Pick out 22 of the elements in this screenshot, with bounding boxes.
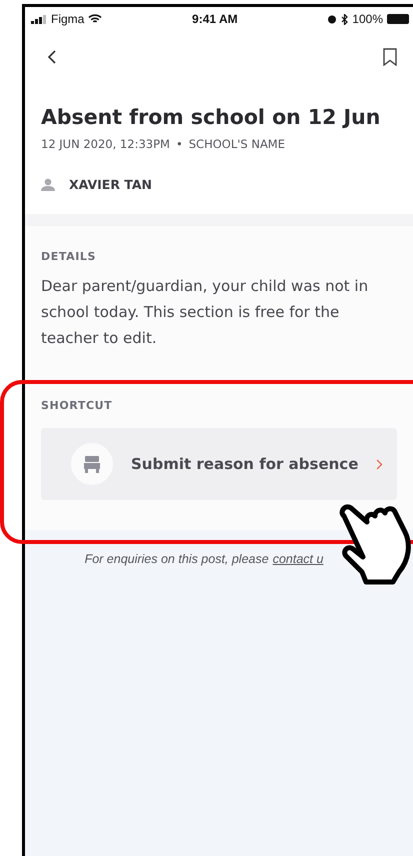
author-name: XAVIER TAN [69, 177, 152, 192]
details-text: Dear parent/guardian, your child was not in school today. This section is free for the teacher to edit. [41, 276, 370, 349]
details-heading: DETAILS [41, 250, 98, 263]
submit-reason-button[interactable]: Submit reason for absence [41, 428, 397, 500]
contact-link[interactable]: contact u [272, 552, 324, 566]
wifi-icon [88, 14, 102, 24]
battery-icon [387, 14, 409, 24]
bookmark-button[interactable] [381, 46, 399, 68]
school-name: SCHOOL'S NAME [188, 137, 285, 151]
meta-separator: • [176, 137, 183, 151]
post-date: 12 JUN 2020, 12:33PM [41, 137, 170, 151]
signal-icon [31, 14, 47, 24]
bed-icon [71, 443, 113, 485]
post-title: Absent from school on 12 Jun [41, 105, 382, 129]
bluetooth-icon [341, 14, 348, 24]
battery-percent: 100% [352, 12, 383, 26]
status-time: 9:41 AM [192, 12, 238, 26]
alarm-icon [327, 14, 338, 24]
shortcut-heading: SHORTCUT [41, 399, 114, 412]
person-icon [41, 178, 55, 191]
footer-text: For enquiries on this post, please [84, 552, 269, 566]
carrier-name: Figma [51, 12, 84, 26]
